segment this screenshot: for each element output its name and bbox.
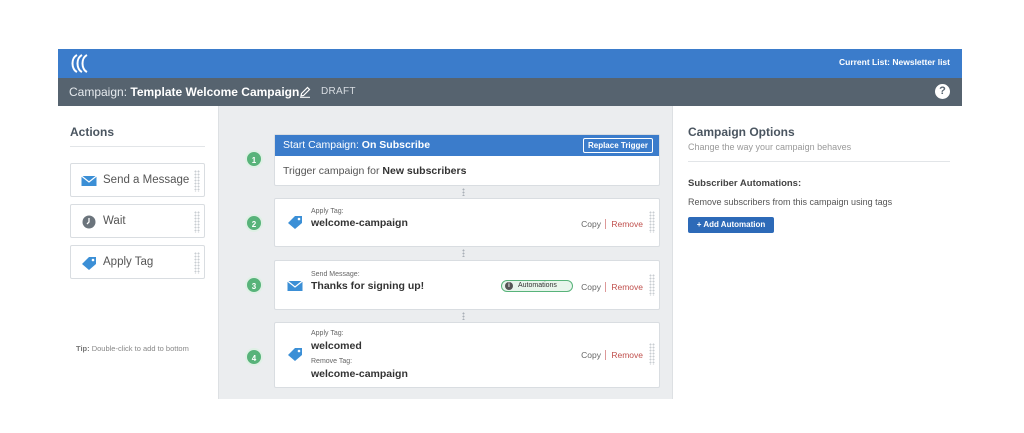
current-list[interactable]: Current List: Newsletter list: [839, 57, 950, 67]
action-label: Apply Tag: [103, 256, 154, 268]
tip-text: Tip: Double-click to add to bottom: [76, 344, 189, 353]
clock-icon: [82, 215, 96, 229]
step-number: 3: [245, 276, 263, 294]
automations-label: Automations: [518, 282, 557, 289]
campaign-name: Template Welcome Campaign: [130, 85, 300, 99]
copy-link[interactable]: Copy: [581, 219, 601, 229]
start-campaign-header: Start Campaign: On Subscribe Replace Tri…: [275, 135, 659, 156]
start-trigger: On Subscribe: [361, 139, 431, 151]
step-type-label: Apply Tag:: [311, 208, 344, 215]
trigger-value: New subscribers: [382, 165, 467, 177]
start-prefix: Start Campaign:: [283, 139, 359, 151]
campaign-title-bar: Campaign: Template Welcome Campaign DRAF…: [58, 78, 962, 106]
divider: [605, 219, 606, 229]
step-number: 4: [245, 348, 263, 366]
step-type-label: Send Message:: [311, 271, 360, 278]
tip-prefix: Tip:: [76, 344, 90, 353]
trigger-prefix: Trigger campaign for: [283, 165, 380, 177]
step-type-label: Apply Tag:: [311, 330, 344, 337]
automations-badge[interactable]: i Automations: [501, 280, 573, 292]
step-number: 2: [245, 214, 263, 232]
top-bar: Current List: Newsletter list: [58, 49, 962, 78]
envelope-icon: [81, 175, 97, 186]
campaign-label: Campaign:: [69, 85, 128, 99]
envelope-icon: [287, 280, 303, 291]
tip-body: Double-click to add to bottom: [91, 344, 189, 353]
campaign-options-panel: Campaign Options Change the way your cam…: [673, 106, 962, 399]
replace-trigger-button[interactable]: Replace Trigger: [582, 138, 653, 153]
options-subtitle: Change the way your campaign behaves: [688, 142, 852, 152]
campaign-title: Campaign: Template Welcome Campaign: [69, 85, 299, 99]
remove-link[interactable]: Remove: [611, 219, 643, 229]
step-type-label-2: Remove Tag:: [311, 358, 353, 365]
connector: [462, 312, 465, 320]
copy-link[interactable]: Copy: [581, 350, 601, 360]
tag-icon: [82, 257, 96, 270]
drag-handle[interactable]: [194, 211, 200, 233]
tag-icon: [288, 348, 302, 361]
help-icon[interactable]: ?: [935, 84, 950, 99]
drag-handle[interactable]: [194, 170, 200, 192]
start-campaign-card[interactable]: Start Campaign: On Subscribe Replace Tri…: [274, 134, 660, 186]
actions-title: Actions: [70, 125, 115, 139]
step-value: Thanks for signing up!: [311, 280, 425, 292]
step-value-2: welcome-campaign: [311, 368, 408, 380]
subscriber-automations-title: Subscriber Automations:: [688, 178, 802, 189]
trigger-description: Trigger campaign for New subscribers: [283, 165, 466, 177]
action-send-message[interactable]: Send a Message: [70, 163, 205, 197]
drag-handle[interactable]: [649, 343, 655, 365]
divider: [688, 161, 950, 162]
logo-icon[interactable]: [68, 53, 92, 74]
start-campaign-title: Start Campaign: On Subscribe: [283, 139, 430, 151]
tag-icon: [288, 216, 302, 229]
add-automation-button[interactable]: + Add Automation: [688, 217, 774, 233]
pencil-icon[interactable]: [299, 86, 311, 98]
options-title: Campaign Options: [688, 125, 795, 139]
connector: [462, 249, 465, 257]
app-window: Current List: Newsletter list Campaign: …: [58, 49, 962, 399]
remove-link[interactable]: Remove: [611, 282, 643, 292]
copy-link[interactable]: Copy: [581, 282, 601, 292]
current-list-value: Newsletter list: [892, 57, 950, 67]
remove-link[interactable]: Remove: [611, 350, 643, 360]
drag-handle[interactable]: [649, 274, 655, 296]
action-wait[interactable]: Wait: [70, 204, 205, 238]
divider: [605, 282, 606, 292]
step-value: welcomed: [311, 340, 362, 352]
step-number: 1: [245, 150, 263, 168]
drag-handle[interactable]: [194, 252, 200, 274]
step-send-message-card[interactable]: Send Message: Thanks for signing up! i A…: [274, 260, 660, 310]
step-apply-remove-tag-card[interactable]: Apply Tag: welcomed Remove Tag: welcome-…: [274, 322, 660, 388]
connector: [462, 188, 465, 196]
subscriber-automations-description: Remove subscribers from this campaign us…: [688, 197, 893, 207]
action-label: Wait: [103, 215, 126, 227]
divider: [70, 146, 205, 147]
current-list-label: Current List:: [838, 57, 890, 67]
divider: [605, 350, 606, 360]
step-apply-tag-card[interactable]: Apply Tag: welcome-campaign Copy Remove: [274, 198, 660, 247]
status-badge: DRAFT: [321, 86, 356, 97]
drag-handle[interactable]: [649, 211, 655, 233]
step-value: welcome-campaign: [311, 217, 408, 229]
action-label: Send a Message: [103, 174, 190, 186]
campaign-flow: 1 Start Campaign: On Subscribe Replace T…: [218, 106, 673, 399]
info-icon: i: [505, 282, 513, 290]
action-apply-tag[interactable]: Apply Tag: [70, 245, 205, 279]
actions-panel: Actions Send a Message Wait Apply Tag Ti…: [58, 106, 218, 399]
